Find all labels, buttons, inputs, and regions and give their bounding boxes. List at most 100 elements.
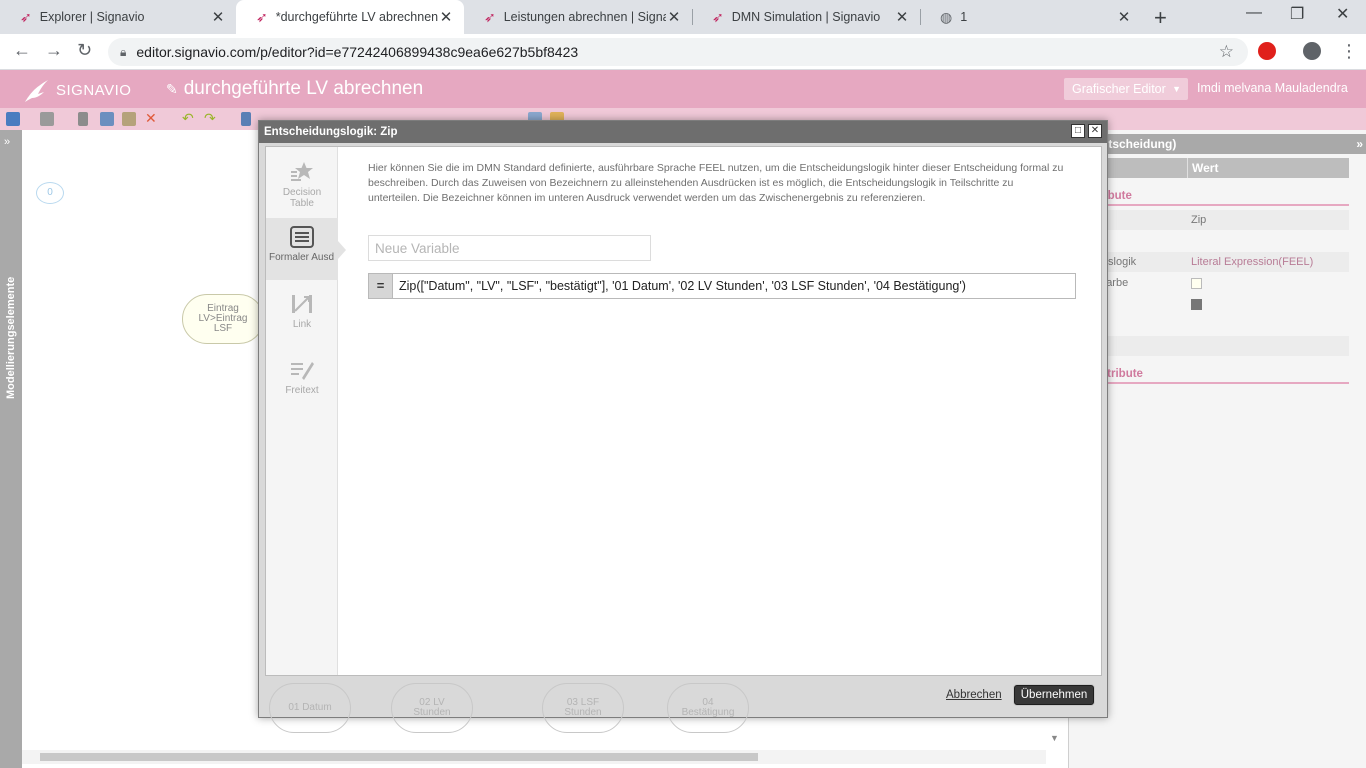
- dialog-titlebar[interactable]: Entscheidungslogik: Zip □ ✕: [259, 121, 1107, 143]
- bookmark-star-icon[interactable]: ☆: [1219, 42, 1234, 62]
- editor-mode-label: Grafischer Editor: [1072, 82, 1166, 96]
- print-icon[interactable]: [40, 112, 54, 126]
- tab-title: DMN Simulation | Signavio: [731, 10, 881, 24]
- cut-icon[interactable]: [78, 112, 88, 126]
- close-window-icon[interactable]: ✕: [1336, 4, 1349, 24]
- close-dialog-icon[interactable]: ✕: [1088, 124, 1102, 138]
- delete-icon[interactable]: ✕: [145, 111, 159, 125]
- tab-leistungen-abrechnen[interactable]: ➶ Leistungen abrechnen | Signavio ✕: [464, 0, 692, 34]
- chevron-down-icon: ▼: [1172, 84, 1181, 94]
- editor-mode-select[interactable]: Grafischer Editor ▼: [1064, 78, 1188, 100]
- mode-label: Decision: [282, 187, 322, 198]
- property-row-other[interactable]: rten: [1069, 336, 1349, 356]
- browser-toolbar: ← → ↻ 🔒︎ editor.signavio.com/p/editor?id…: [0, 34, 1366, 70]
- logic-mode-list: Decision Table Formaler Ausd Link Freite…: [266, 147, 338, 675]
- close-tab-icon[interactable]: ✕: [894, 8, 910, 26]
- url-text: editor.signavio.com/p/editor?id=e7724240…: [136, 44, 579, 60]
- signavio-logo[interactable]: SIGNAVIO: [22, 76, 131, 104]
- reload-icon[interactable]: ↻: [77, 40, 92, 61]
- more-menu-icon[interactable]: ⋮: [1340, 41, 1358, 62]
- expression-row[interactable]: = Zip(["Datum", "LV", "LSF", "bestätigt"…: [368, 273, 1076, 299]
- tab-1[interactable]: ◍ 1 ✕: [920, 0, 1142, 34]
- mode-formal-expression[interactable]: Formaler Ausd: [266, 218, 338, 280]
- document-title[interactable]: ✎ durchgeführte LV abrechnen: [166, 78, 423, 100]
- mode-label: Formaler Ausd: [268, 252, 335, 263]
- close-tab-icon[interactable]: ✕: [210, 8, 226, 26]
- node-label-line: Bestätigung: [681, 707, 735, 718]
- property-row-decision-logic[interactable]: eidungslogik Literal Expression(FEEL): [1069, 252, 1349, 272]
- back-arrow-icon[interactable]: ←: [13, 40, 31, 61]
- properties-title: te (Entscheidung) »: [1069, 134, 1366, 154]
- help-text: Hier können Sie die im DMN Standard defi…: [368, 162, 1064, 204]
- link-icon: [292, 295, 312, 313]
- more-attributes-group[interactable]: ere Attribute: [1069, 364, 1349, 384]
- expression-equals-label: =: [369, 274, 393, 298]
- align-icon[interactable]: [241, 112, 251, 126]
- formal-expression-icon: [289, 226, 314, 248]
- logo-text: SIGNAVIO: [56, 81, 132, 99]
- property-row-description[interactable]: eibung: [1069, 231, 1349, 251]
- property-row-name[interactable]: Zip: [1069, 210, 1349, 230]
- close-tab-icon[interactable]: ✕: [1116, 8, 1132, 26]
- mode-free-text[interactable]: Freitext: [266, 351, 338, 413]
- decision-table-icon: [291, 162, 313, 181]
- opera-extension-icon[interactable]: [1258, 42, 1276, 60]
- redo-icon[interactable]: ↷: [204, 111, 218, 125]
- forward-arrow-icon[interactable]: →: [45, 40, 63, 61]
- background-node-lsf-stunden: 03 LSF Stunden: [542, 683, 624, 733]
- free-text-icon: [291, 362, 314, 380]
- maximize-dialog-icon[interactable]: □: [1071, 124, 1085, 138]
- save-icon[interactable]: [6, 112, 20, 126]
- browser-tab-strip: ➶ Explorer | Signavio ✕ ➶ *durchgeführte…: [0, 0, 1366, 34]
- signavio-logo-icon: [25, 80, 48, 102]
- collapse-panel-icon[interactable]: »: [1356, 134, 1363, 154]
- background-node-lv-stunden: 02 LV Stunden: [391, 683, 473, 733]
- address-bar[interactable]: 🔒︎ editor.signavio.com/p/editor?id=e7724…: [108, 38, 1248, 66]
- property-row-background-color[interactable]: grundfarbe: [1069, 273, 1349, 293]
- mode-label: Table: [290, 198, 314, 209]
- undo-icon[interactable]: ↶: [182, 111, 196, 125]
- apply-button[interactable]: Übernehmen: [1014, 685, 1094, 705]
- tab-explorer[interactable]: ➶ Explorer | Signavio ✕: [0, 0, 236, 34]
- node-label-line: Stunden: [413, 707, 451, 718]
- copy-icon[interactable]: [100, 112, 114, 126]
- new-variable-input[interactable]: [368, 235, 651, 261]
- user-name[interactable]: Imdi melvana Mauladendra: [1197, 81, 1348, 95]
- line-color-swatch[interactable]: [1191, 298, 1202, 310]
- modeling-elements-label: Modellierungselemente: [5, 276, 17, 399]
- expand-panel-icon[interactable]: »: [4, 136, 10, 148]
- decision-node-eintrag[interactable]: Eintrag LV>Eintrag LSF: [182, 294, 264, 344]
- property-row-line-color[interactable]: nfarbe: [1069, 294, 1349, 314]
- profile-avatar-icon[interactable]: [1303, 42, 1321, 60]
- signavio-favicon-icon: ➶: [256, 8, 268, 25]
- tab-dmn-simulation[interactable]: ➶ DMN Simulation | Signavio ✕: [692, 0, 920, 34]
- dialog-footer: 01 Datum 02 LV Stunden 03 LSF Stunden 04 Be…: [259, 677, 1107, 733]
- minimize-icon[interactable]: —: [1246, 4, 1262, 22]
- tab-title: *durchgeführte LV abrechnen | Signavio: [275, 10, 438, 24]
- property-value: Zip: [1191, 214, 1207, 226]
- mode-label: Link: [292, 319, 312, 330]
- comment-bubble-icon[interactable]: 0: [36, 182, 64, 204]
- mode-decision-table[interactable]: Decision Table: [266, 153, 338, 215]
- close-tab-icon[interactable]: ✕: [438, 8, 454, 26]
- globe-icon: ◍: [940, 8, 953, 25]
- main-attributes-group[interactable]: ptattribute: [1069, 186, 1349, 206]
- value-column-header: Wert: [1187, 158, 1218, 178]
- property-value: Literal Expression(FEEL): [1191, 256, 1314, 268]
- close-tab-icon[interactable]: ✕: [666, 8, 682, 26]
- horizontal-scrollbar[interactable]: [22, 750, 1046, 764]
- scroll-down-arrow-icon[interactable]: ▼: [1050, 733, 1059, 743]
- expression-input[interactable]: Zip(["Datum", "LV", "LSF", "bestätigt"],…: [393, 274, 1075, 298]
- new-tab-plus-icon[interactable]: +: [1154, 5, 1167, 31]
- tab-durchgefuehrte-lv[interactable]: ➶ *durchgeführte LV abrechnen | Signavio…: [236, 0, 464, 34]
- background-node-datum: 01 Datum: [269, 683, 351, 733]
- mode-link[interactable]: Link: [266, 285, 338, 347]
- modeling-elements-panel[interactable]: » Modellierungselemente: [0, 130, 22, 768]
- background-color-swatch[interactable]: [1191, 277, 1202, 289]
- properties-column-header: t Wert: [1069, 158, 1349, 178]
- cancel-button[interactable]: Abbrechen: [946, 689, 1002, 701]
- restore-icon[interactable]: ❐: [1290, 4, 1304, 24]
- tab-title: Explorer | Signavio: [39, 10, 145, 24]
- paste-icon[interactable]: [122, 112, 136, 126]
- scrollbar-thumb[interactable]: [40, 753, 758, 761]
